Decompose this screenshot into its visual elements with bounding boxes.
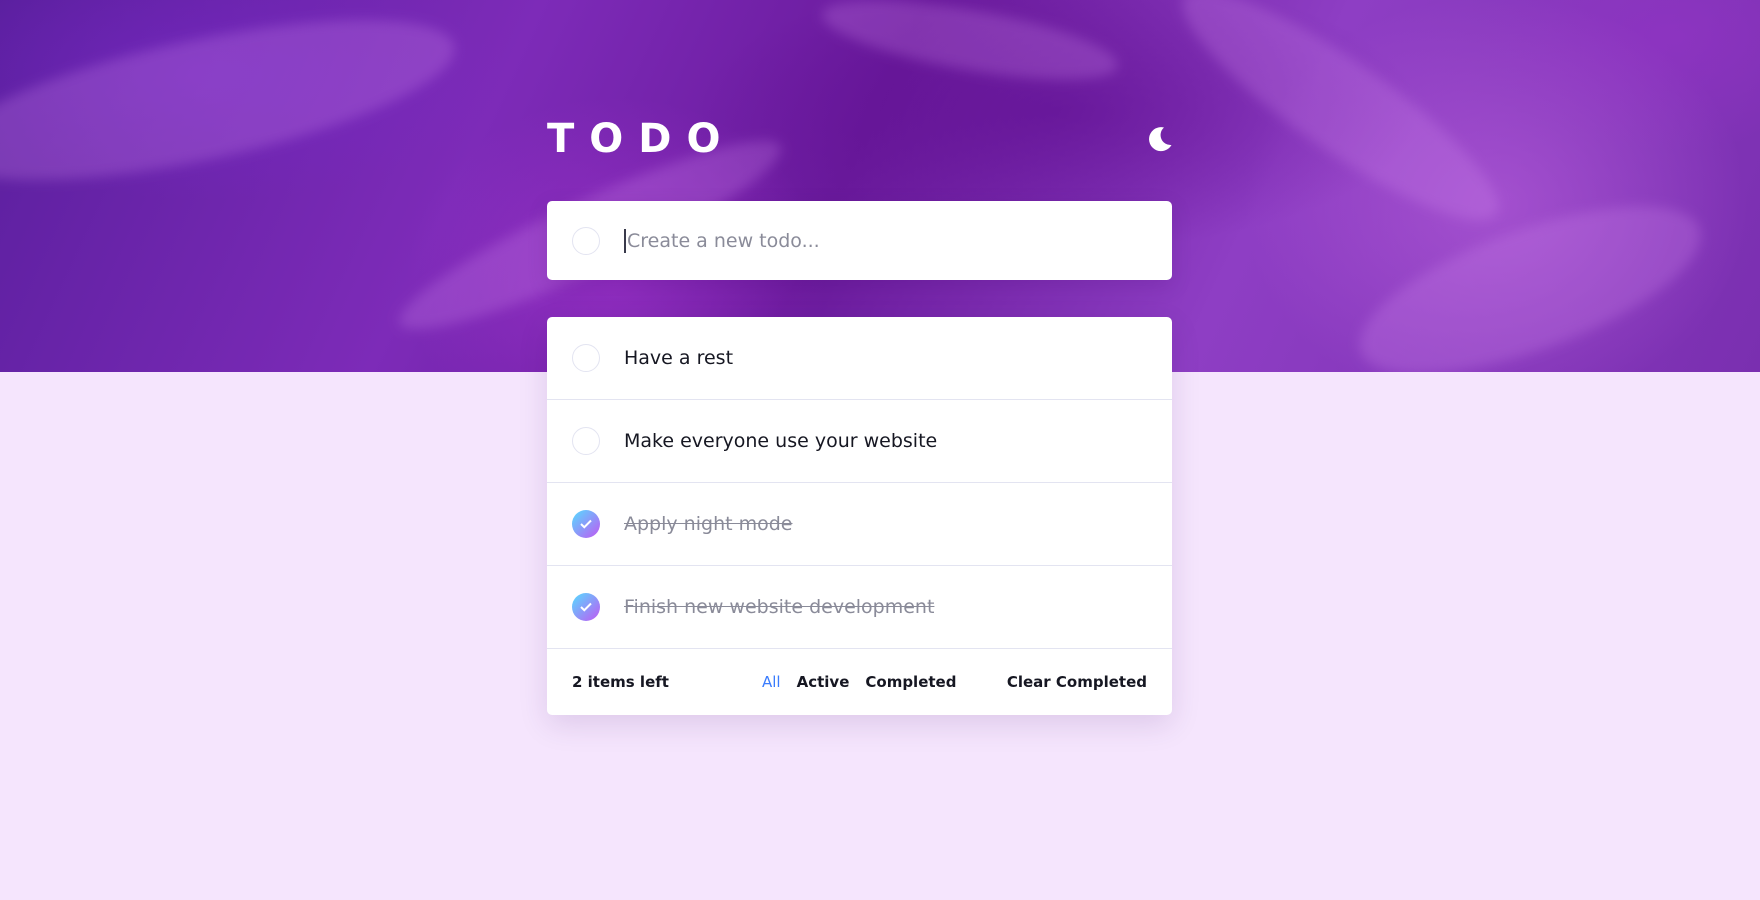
todo-check-circle-checked[interactable] [572,510,600,538]
filter-completed[interactable]: Completed [865,673,956,691]
filter-all[interactable]: All [762,673,781,691]
todo-item[interactable]: Have a rest [547,317,1172,400]
new-todo-input[interactable] [624,228,1129,253]
theme-toggle-button[interactable] [1140,119,1180,159]
todo-text: Apply night mode [624,513,793,535]
check-icon [580,519,592,529]
check-icon [580,602,592,612]
todo-app: TODO Have a rest Make everyone use your … [547,108,1172,715]
todo-item[interactable]: Make everyone use your website [547,400,1172,483]
todo-check-circle[interactable] [572,427,600,455]
todo-text: Have a rest [624,347,734,369]
todo-text: Make everyone use your website [624,430,938,452]
clear-completed-button[interactable]: Clear Completed [1007,673,1147,691]
filter-group: All Active Completed [762,673,956,691]
todo-check-circle[interactable] [572,344,600,372]
moon-icon [1149,127,1172,152]
app-header: TODO [547,108,1172,170]
todo-text: Finish new website development [624,596,935,618]
todo-item-completed[interactable]: Finish new website development [547,566,1172,649]
new-todo-card [547,201,1172,280]
todo-list: Have a rest Make everyone use your websi… [547,317,1172,715]
new-todo-check-circle[interactable] [572,226,600,255]
app-title: TODO [547,116,736,162]
todo-check-circle-checked[interactable] [572,593,600,621]
filter-active[interactable]: Active [797,673,850,691]
todo-item-completed[interactable]: Apply night mode [547,483,1172,566]
todo-footer: 2 items left All Active Completed Clear … [547,649,1172,715]
items-left-count: 2 items left [572,673,669,691]
